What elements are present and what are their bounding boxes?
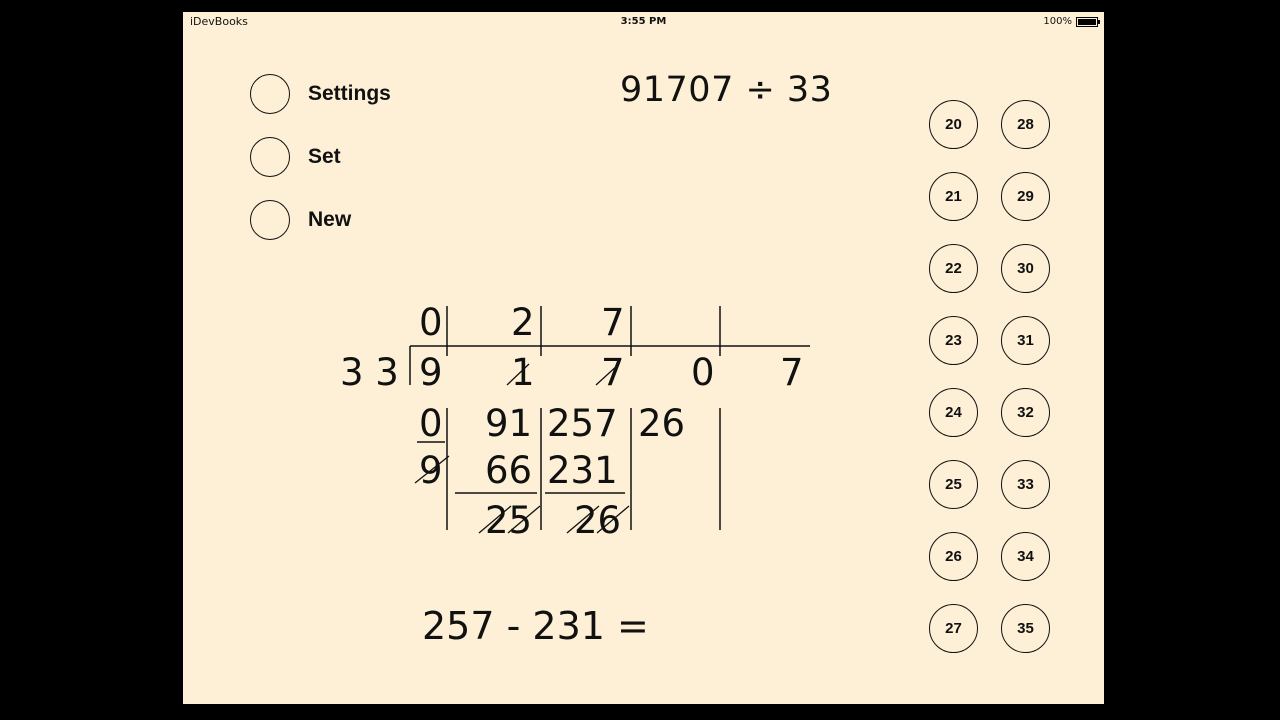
number-button-29[interactable]: 29 — [1001, 172, 1050, 221]
quotient-digit: 2 — [511, 301, 535, 344]
number-button-31[interactable]: 31 — [1001, 316, 1050, 365]
number-button-35[interactable]: 35 — [1001, 604, 1050, 653]
divisor: 3 3 — [340, 351, 399, 394]
number-button-34[interactable]: 34 — [1001, 532, 1050, 581]
equation-text: 257 - 231 = — [422, 604, 649, 648]
app-screen: iDevBooks 3:55 PM 100% Settings Set New … — [183, 12, 1104, 704]
dividend-digit: 1 — [511, 351, 535, 394]
number-button-33[interactable]: 33 — [1001, 460, 1050, 509]
number-button-32[interactable]: 32 — [1001, 388, 1050, 437]
number-button-23[interactable]: 23 — [929, 316, 978, 365]
work-number: 257 — [547, 402, 618, 445]
dividend-digit: 9 — [419, 351, 443, 394]
number-button-28[interactable]: 28 — [1001, 100, 1050, 149]
quotient-digit: 7 — [601, 301, 625, 344]
dividend-digit: 0 — [691, 351, 715, 394]
number-button-27[interactable]: 27 — [929, 604, 978, 653]
dividend-digit: 7 — [601, 351, 625, 394]
number-button-20[interactable]: 20 — [929, 100, 978, 149]
quotient-digit: 0 — [419, 301, 443, 344]
number-button-30[interactable]: 30 — [1001, 244, 1050, 293]
dividend-digit: 7 — [780, 351, 804, 394]
work-number: 0 — [419, 402, 443, 445]
number-button-25[interactable]: 25 — [929, 460, 978, 509]
number-button-26[interactable]: 26 — [929, 532, 978, 581]
work-number: 25 — [485, 499, 532, 542]
number-button-22[interactable]: 22 — [929, 244, 978, 293]
work-number: 91 — [485, 402, 532, 445]
work-number: 26 — [638, 402, 685, 445]
work-number: 66 — [485, 449, 532, 492]
number-button-24[interactable]: 24 — [929, 388, 978, 437]
work-number: 231 — [547, 449, 618, 492]
number-button-21[interactable]: 21 — [929, 172, 978, 221]
